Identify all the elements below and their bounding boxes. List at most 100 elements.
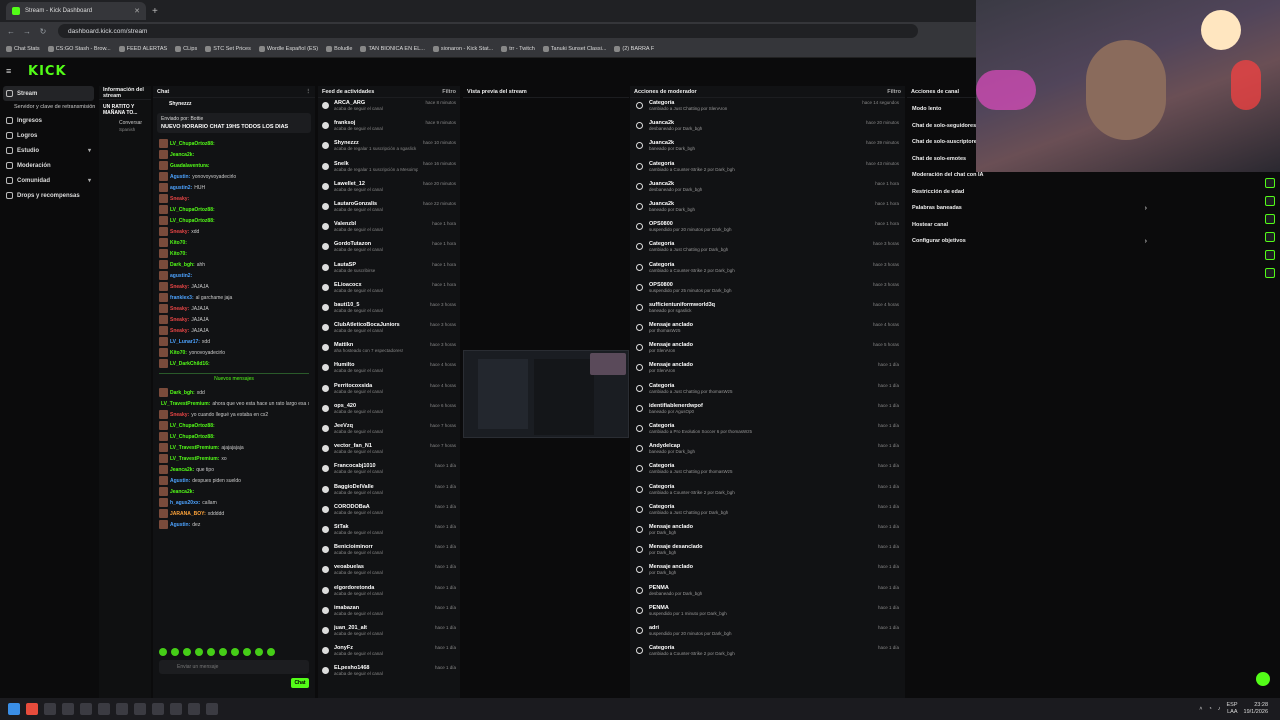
mod-action-row[interactable]: Categoría cambiado a Just Chatting por th… bbox=[630, 461, 905, 481]
feed-row[interactable]: elgordoretonda acaba de seguir el canal ha… bbox=[318, 583, 460, 603]
taskbar-app-icon[interactable] bbox=[188, 703, 200, 715]
feed-row[interactable]: Benicioiminorr acaba de seguir el canal ha… bbox=[318, 542, 460, 562]
bookmark-item[interactable]: Chat Stats bbox=[6, 45, 40, 52]
mod-action-row[interactable]: identifiablenerdwpof baneado por AgusOp0 h… bbox=[630, 401, 905, 421]
rail-layout-icon[interactable] bbox=[1265, 232, 1275, 242]
chat-username[interactable]: Agustin: bbox=[170, 478, 190, 484]
mod-action-row[interactable]: Mensaje anclado por SlenAron hace 1 día bbox=[630, 360, 905, 380]
chat-username[interactable]: Kito70: bbox=[170, 240, 187, 246]
kick-logo[interactable]: KICK bbox=[28, 64, 67, 79]
emote-icon[interactable] bbox=[183, 648, 191, 656]
mod-action-row[interactable]: Categoría cambiado a Just Chatting por Da… bbox=[630, 502, 905, 522]
bookmark-item[interactable]: sionaron - Kick Stat... bbox=[432, 45, 493, 52]
sidebar-item[interactable]: Logros bbox=[0, 128, 97, 143]
mod-action-row[interactable]: Andydelcap baneado por Dark_bgh hace 1 día bbox=[630, 441, 905, 461]
taskbar-app-icon[interactable] bbox=[206, 703, 218, 715]
chat-username[interactable]: h_agus20xx: bbox=[170, 500, 200, 506]
back-icon[interactable]: ← bbox=[6, 27, 16, 36]
sidebar-item[interactable]: Drops y recompensas bbox=[0, 188, 97, 203]
spotify-taskbar-icon[interactable] bbox=[134, 703, 146, 715]
tray-chevron-icon[interactable]: ˄ bbox=[1199, 706, 1202, 712]
feed-row[interactable]: ELpesho1468 acaba de seguir el canal hace … bbox=[318, 663, 460, 683]
clock[interactable]: 23:28 19/1/2026 bbox=[1244, 702, 1268, 716]
sidebar-item[interactable]: Stream bbox=[3, 86, 94, 101]
stream-title[interactable]: UN RATITO Y MAÑANA TO... bbox=[99, 100, 151, 120]
bookmark-item[interactable]: Boludle bbox=[326, 45, 352, 52]
chat-username[interactable]: agustin2: bbox=[170, 185, 192, 191]
chat-username[interactable]: Agustin: bbox=[170, 174, 190, 180]
chat-username[interactable]: LV_ChupaOrtoz88: bbox=[170, 423, 215, 429]
mod-action-row[interactable]: Mensaje desanclado por Dark_bgh hace 1 día bbox=[630, 542, 905, 562]
chat-username[interactable]: Dark_bgh: bbox=[170, 390, 195, 396]
chat-username[interactable]: LV_Lunar17: bbox=[170, 339, 200, 345]
reload-icon[interactable]: ↻ bbox=[38, 27, 48, 36]
feed-row[interactable]: JonyFz acaba de seguir el canal hace 1 día bbox=[318, 643, 460, 663]
chevron-down-icon[interactable]: ▾ bbox=[88, 177, 91, 184]
chat-username[interactable]: Agustin: bbox=[170, 522, 190, 528]
chat-username[interactable]: franklex3: bbox=[170, 295, 194, 301]
chat-username[interactable]: Guadalaventura: bbox=[170, 163, 209, 169]
mod-action-row[interactable]: Juanca2k baneado por Dark_bgh hace 1 hora bbox=[630, 199, 905, 219]
rail-chat-icon[interactable] bbox=[1265, 196, 1275, 206]
emote-icon[interactable] bbox=[267, 648, 275, 656]
mod-action-row[interactable]: Categoría cambiado a Pro Evolution Soccer… bbox=[630, 421, 905, 441]
taskbar-app-icon[interactable] bbox=[80, 703, 92, 715]
chat-username[interactable]: LV_TravestPremium: bbox=[161, 401, 210, 407]
bookmark-item[interactable]: trr - Twitch bbox=[501, 45, 535, 52]
feed-row[interactable]: LautaroGonzalis acaba de seguir el canal h… bbox=[318, 199, 460, 219]
chat-username[interactable]: Sneaky: bbox=[170, 284, 189, 290]
mod-action-row[interactable]: OPS0800 suspendido por 20 minutos por Dar… bbox=[630, 219, 905, 239]
mod-action-row[interactable]: PENMA suspendido por 1 minuto por Dark_bg… bbox=[630, 603, 905, 623]
new-tab-icon[interactable]: + bbox=[152, 6, 158, 17]
channel-action-item[interactable]: Configurar objetivos › bbox=[907, 233, 1252, 250]
feed-row[interactable]: LautaSP acaba de suscribirse hace 1 hora bbox=[318, 260, 460, 280]
chat-send-button[interactable]: Chat bbox=[291, 678, 309, 688]
emote-icon[interactable] bbox=[231, 648, 239, 656]
sidebar-item[interactable]: Comunidad ▾ bbox=[0, 173, 97, 188]
chat-username[interactable]: Kito70: bbox=[170, 251, 187, 257]
close-tab-icon[interactable]: ✕ bbox=[134, 7, 140, 15]
mod-action-row[interactable]: Categoría cambiado a Counter-Strike 2 por… bbox=[630, 260, 905, 280]
chat-input[interactable]: Enviar un mensaje bbox=[159, 660, 309, 674]
explorer-taskbar-icon[interactable] bbox=[44, 703, 56, 715]
sidebar-item[interactable]: Ingresos bbox=[0, 113, 97, 128]
mod-action-row[interactable]: Categoría cambiado a Counter-Strike 2 por… bbox=[630, 643, 905, 663]
chat-username[interactable]: agustin2: bbox=[170, 273, 192, 279]
mod-action-row[interactable]: Categoría cambiado a Just Chatting por Sl… bbox=[630, 98, 905, 118]
emote-icon[interactable] bbox=[255, 648, 263, 656]
chat-username[interactable]: Sneaky: bbox=[170, 306, 189, 312]
rail-tool-icon[interactable] bbox=[1265, 178, 1275, 188]
mod-action-row[interactable]: Categoría cambiado a Just Chatting por Da… bbox=[630, 239, 905, 259]
chat-username[interactable]: LV_TravestPremium: bbox=[170, 445, 219, 451]
chrome-taskbar-icon[interactable] bbox=[26, 703, 38, 715]
volume-icon[interactable]: ♪ bbox=[1218, 706, 1221, 712]
feed-filter-button[interactable]: Filtro bbox=[442, 89, 456, 95]
bookmark-item[interactable]: STC Set Prices bbox=[205, 45, 251, 52]
feed-row[interactable]: Perritocoxsida acaba de seguir el canal ha… bbox=[318, 381, 460, 401]
rail-pin-icon[interactable] bbox=[1265, 268, 1275, 278]
chat-username[interactable]: Dark_bgh: bbox=[170, 262, 195, 268]
mod-action-row[interactable]: adri suspendido por 20 minutos por Dark_b… bbox=[630, 623, 905, 643]
emote-icon[interactable] bbox=[207, 648, 215, 656]
chat-username[interactable]: Jeanca2k: bbox=[170, 152, 194, 158]
mod-action-row[interactable]: Mensaje anclado por SlenAron hace 5 horas bbox=[630, 340, 905, 360]
chat-username[interactable]: Sneaky: bbox=[170, 328, 189, 334]
mod-action-row[interactable]: Mensaje anclado por Dark_bgh hace 1 día bbox=[630, 562, 905, 582]
mod-action-row[interactable]: Juanca2k desbaneado por Dark_bgh hace 20 m… bbox=[630, 118, 905, 138]
mod-action-row[interactable]: Categoría cambiado a Counter-Strike 2 por… bbox=[630, 482, 905, 502]
feed-row[interactable]: Valenzbl acaba de seguir el canal hace 1 h… bbox=[318, 219, 460, 239]
feed-row[interactable]: Mattikn aha hosteado con 7 espectadores! h… bbox=[318, 340, 460, 360]
chat-username[interactable]: Sneaky: bbox=[170, 412, 189, 418]
new-messages-divider[interactable]: Nuevos mensajes bbox=[159, 373, 309, 383]
feed-row[interactable]: Humilto acaba de seguir el canal hace 4 ho… bbox=[318, 360, 460, 380]
feed-row[interactable]: franksoj acaba de seguir el canal hace 9 m… bbox=[318, 118, 460, 138]
mod-action-row[interactable]: Juanca2k baneado por Dark_bgh hace 39 minu… bbox=[630, 138, 905, 158]
chat-username[interactable]: LV_TravestPremium: bbox=[170, 456, 219, 462]
chat-username[interactable]: Sneaky: bbox=[170, 317, 189, 323]
mod-action-row[interactable]: Mensaje anclado por thomasWz5 hace 4 horas bbox=[630, 320, 905, 340]
feed-row[interactable]: ELioacocx acaba de seguir el canal hace 1 … bbox=[318, 280, 460, 300]
bookmark-item[interactable]: TAN BIONICA EN EL... bbox=[360, 45, 425, 52]
emote-icon[interactable] bbox=[159, 648, 167, 656]
wifi-icon[interactable]: ◔ bbox=[1208, 706, 1211, 712]
sidebar-subitem[interactable]: Servidor y clave de retransmisión bbox=[0, 101, 97, 113]
